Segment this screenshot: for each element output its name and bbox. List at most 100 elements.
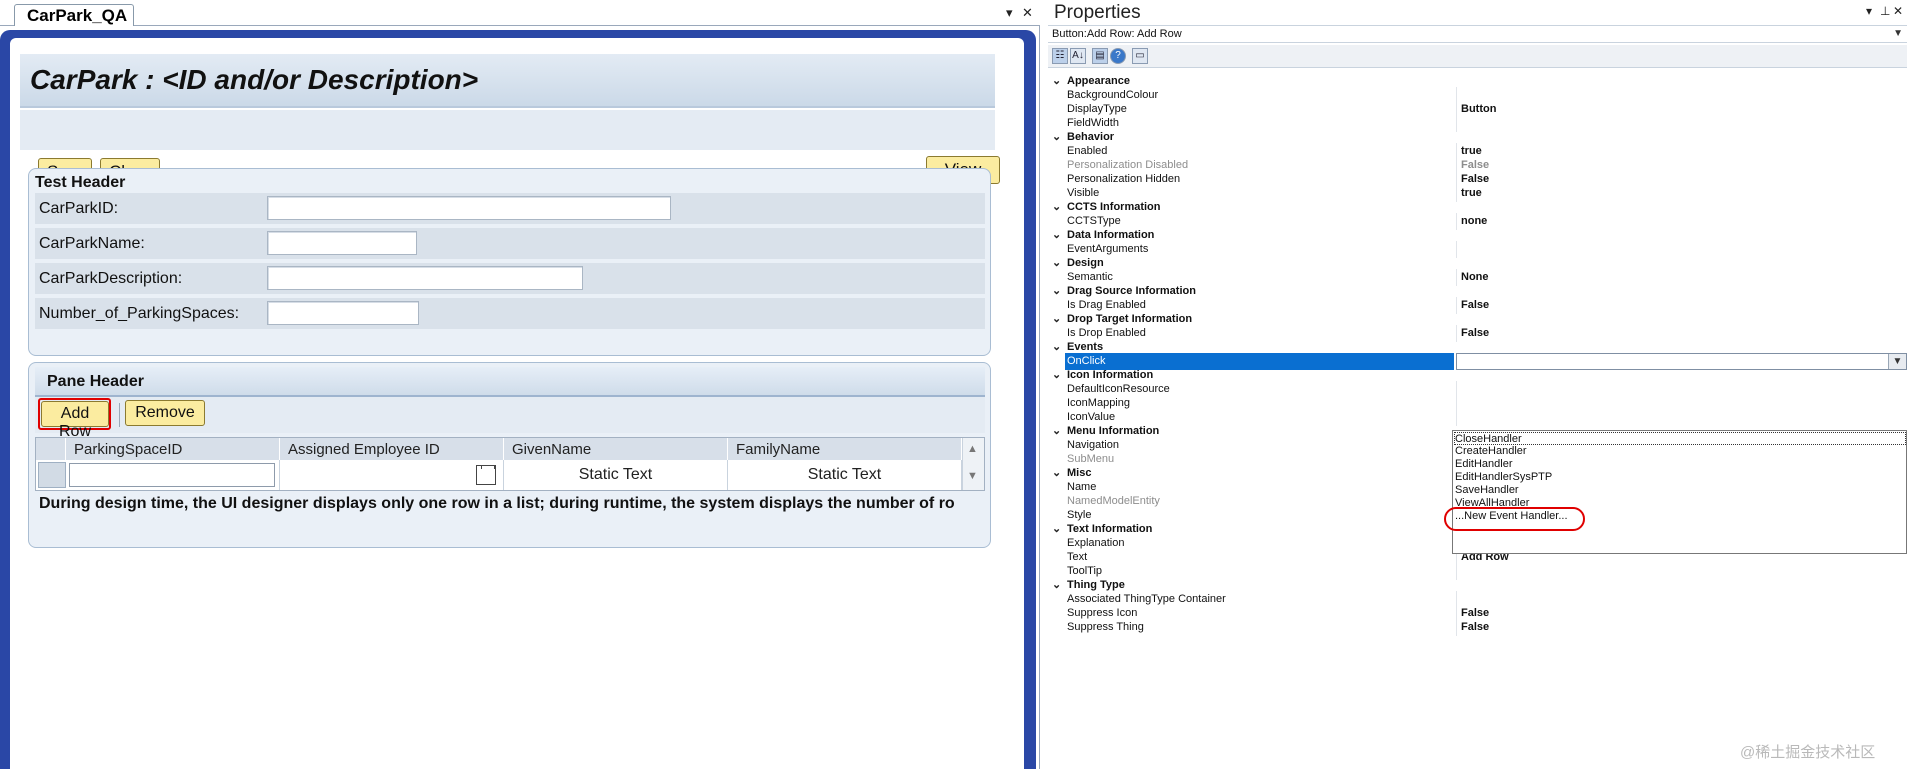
- event-handler-dropdown: CloseHandler CreateHandler EditHandler Edit…: [1452, 430, 1907, 554]
- property-name: Personalization Disabled: [1067, 159, 1189, 171]
- parkingspaceid-input[interactable]: [69, 463, 275, 487]
- property-value[interactable]: False: [1461, 159, 1489, 171]
- object-selector[interactable]: Button:Add Row: Add Row ▼: [1048, 25, 1907, 43]
- page-title-bar: CarPark : <ID and/or Description>: [20, 54, 995, 108]
- properties-title: Properties: [1054, 2, 1141, 23]
- property-name: EventArguments: [1067, 243, 1149, 255]
- collapse-chevron-icon[interactable]: ⌄: [1052, 256, 1061, 269]
- help-icon[interactable]: ?: [1110, 48, 1126, 64]
- properties-dropdown-icon[interactable]: ▾: [1866, 4, 1872, 18]
- screen: CarPark_QA ▾ ✕ CarPark : <ID and/or Desc…: [0, 0, 1907, 769]
- document-tab[interactable]: CarPark_QA: [14, 4, 134, 26]
- parkingspaces-input[interactable]: [267, 301, 419, 325]
- property-name: CCTSType: [1067, 215, 1121, 227]
- collapse-chevron-icon[interactable]: ⌄: [1052, 284, 1061, 297]
- collapse-chevron-icon[interactable]: ⌄: [1052, 130, 1061, 143]
- collapse-chevron-icon[interactable]: ⌄: [1052, 200, 1061, 213]
- property-value[interactable]: False: [1461, 607, 1489, 619]
- property-value[interactable]: False: [1461, 327, 1489, 339]
- category-label: Text Information: [1067, 523, 1153, 535]
- collapse-chevron-icon[interactable]: ⌄: [1052, 522, 1061, 535]
- field-label: CarParkName:: [39, 235, 145, 252]
- new-event-handler-highlight: [1444, 507, 1585, 531]
- collapse-chevron-icon[interactable]: ⌄: [1052, 74, 1061, 87]
- property-value[interactable]: False: [1461, 173, 1489, 185]
- column-divider: [1456, 619, 1457, 636]
- event-handler-item[interactable]: CloseHandler: [1454, 432, 1906, 445]
- property-name: Visible: [1067, 187, 1100, 199]
- category-label: Appearance: [1067, 75, 1130, 87]
- properties-icon[interactable]: ▤: [1092, 48, 1108, 64]
- property-row[interactable]: Suppress Thing False: [1048, 619, 1907, 636]
- column-header[interactable]: ParkingSpaceID: [66, 438, 280, 460]
- property-name: IconValue: [1067, 411, 1116, 423]
- row-selector[interactable]: [38, 462, 66, 488]
- collapse-chevron-icon[interactable]: ⌄: [1052, 368, 1061, 381]
- remove-button[interactable]: Remove: [125, 400, 205, 426]
- category-label: Thing Type: [1067, 579, 1125, 591]
- page-title: CarPark : <ID and/or Description>: [30, 64, 479, 95]
- event-handler-item[interactable]: EditHandlerSysPTP: [1455, 471, 1552, 484]
- collapse-chevron-icon[interactable]: ⌄: [1052, 228, 1061, 241]
- parking-space-table: ParkingSpaceID Assigned Employee ID Give…: [35, 437, 985, 491]
- property-name: Suppress Thing: [1067, 621, 1144, 633]
- collapse-chevron-icon[interactable]: ⌄: [1052, 340, 1061, 353]
- event-handler-item[interactable]: EditHandler: [1455, 458, 1512, 471]
- categorized-icon[interactable]: ☷: [1052, 48, 1068, 64]
- field-row-carparkname: CarParkName:: [35, 228, 985, 259]
- carparkid-input[interactable]: [267, 196, 671, 220]
- table-scrollbar[interactable]: ▲ ▼: [962, 438, 984, 490]
- property-value[interactable]: none: [1461, 215, 1487, 227]
- category-label: Misc: [1067, 467, 1092, 479]
- pane-section: Pane Header Add Row Remove ParkingSpaceI…: [28, 362, 991, 548]
- carparkdescription-input[interactable]: [267, 266, 583, 290]
- property-value[interactable]: None: [1461, 271, 1489, 283]
- property-name: Text: [1067, 551, 1088, 563]
- category-label: Drop Target Information: [1067, 313, 1193, 325]
- property-name: Suppress Icon: [1067, 607, 1138, 619]
- scroll-up-icon[interactable]: ▲: [967, 443, 978, 455]
- tab-dropdown-icon[interactable]: ▾: [1006, 5, 1013, 21]
- table-cell: Static Text: [504, 460, 728, 490]
- collapse-chevron-icon[interactable]: ⌄: [1052, 578, 1061, 591]
- column-header[interactable]: FamilyName: [728, 438, 962, 460]
- property-pages-icon[interactable]: ▭: [1132, 48, 1148, 64]
- add-row-button[interactable]: Add Row: [41, 401, 109, 440]
- property-name: Is Drag Enabled: [1067, 299, 1146, 311]
- property-value[interactable]: Button: [1461, 103, 1496, 115]
- carparkname-input[interactable]: [267, 231, 417, 255]
- property-name: Explanation: [1067, 537, 1125, 549]
- property-name: Personalization Hidden: [1067, 173, 1181, 185]
- collapse-chevron-icon[interactable]: ⌄: [1052, 424, 1061, 437]
- property-value[interactable]: False: [1461, 299, 1489, 311]
- event-handler-item[interactable]: CreateHandler: [1455, 445, 1527, 458]
- property-name: SubMenu: [1067, 453, 1115, 465]
- scroll-down-icon[interactable]: ▼: [967, 470, 978, 482]
- table-cell: [66, 460, 280, 490]
- row-selector-header: [36, 438, 66, 460]
- alphabetical-icon[interactable]: A↓: [1070, 48, 1086, 64]
- chevron-down-icon[interactable]: ▼: [1893, 28, 1903, 39]
- event-handler-item[interactable]: SaveHandler: [1455, 484, 1519, 497]
- property-value[interactable]: true: [1461, 187, 1482, 199]
- property-name: ToolTip: [1067, 565, 1103, 577]
- property-value[interactable]: False: [1461, 621, 1489, 633]
- tab-close-icon[interactable]: ✕: [1022, 5, 1033, 21]
- pin-icon[interactable]: ⊥: [1880, 4, 1890, 18]
- collapse-chevron-icon[interactable]: ⌄: [1052, 466, 1061, 479]
- properties-close-icon[interactable]: ✕: [1893, 4, 1903, 18]
- category-label: Events: [1067, 341, 1104, 353]
- test-header-section: Test Header CarParkID: CarParkName: CarP…: [28, 168, 991, 356]
- pane-header-bar: Pane Header: [35, 367, 985, 397]
- category-label: Behavior: [1067, 131, 1115, 143]
- collapse-chevron-icon[interactable]: ⌄: [1052, 312, 1061, 325]
- field-row-carparkdescription: CarParkDescription:: [35, 263, 985, 294]
- page-toolbar: [20, 110, 995, 150]
- value-help-icon[interactable]: [476, 465, 496, 485]
- field-row-parkingspaces: Number_of_ParkingSpaces:: [35, 298, 985, 329]
- property-value[interactable]: true: [1461, 145, 1482, 157]
- column-header[interactable]: GivenName: [504, 438, 728, 460]
- property-name: Associated ThingType Container: [1067, 593, 1226, 605]
- column-header[interactable]: Assigned Employee ID: [280, 438, 504, 460]
- property-name: Navigation: [1067, 439, 1119, 451]
